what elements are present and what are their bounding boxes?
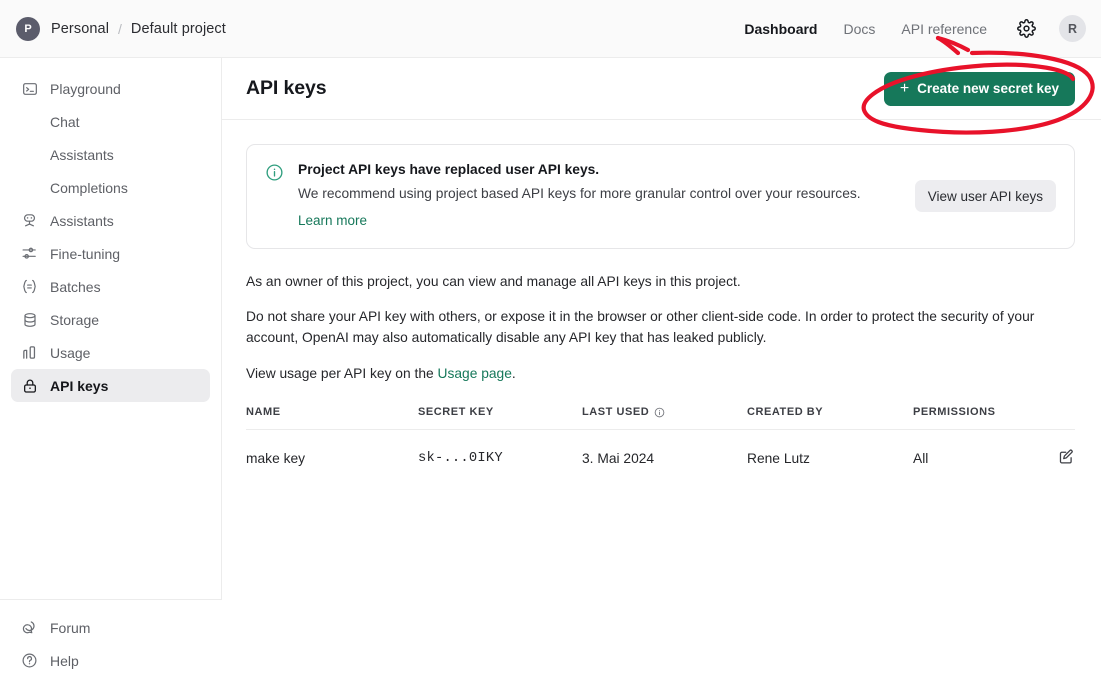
column-name: NAME (246, 406, 418, 430)
breadcrumb-separator: / (118, 21, 122, 37)
usage-note-suffix: . (512, 366, 516, 381)
sidebar-item-storage[interactable]: Storage (11, 303, 210, 336)
user-avatar[interactable]: R (1059, 15, 1086, 42)
sidebar-item-label: Usage (50, 345, 90, 361)
cell-permissions: All (913, 430, 1027, 469)
nav-docs[interactable]: Docs (843, 21, 875, 37)
info-circle-small-icon[interactable] (654, 407, 665, 418)
sidebar-item-help[interactable]: Help (11, 644, 211, 677)
cell-secret-key: sk-...0IKY (418, 430, 582, 469)
cell-actions (1027, 430, 1075, 469)
column-last-used: LAST USED (582, 406, 747, 430)
nav-api-reference[interactable]: API reference (901, 21, 987, 37)
column-actions (1027, 406, 1075, 430)
bar-chart-icon (21, 344, 38, 361)
sidebar: Playground Chat Assistants Completions (0, 58, 222, 689)
sidebar-item-playground[interactable]: Playground (11, 72, 210, 105)
chat-bubbles-icon (21, 619, 38, 636)
column-permissions: PERMISSIONS (913, 406, 1027, 430)
sidebar-item-label: Storage (50, 312, 99, 328)
page-title: API keys (246, 77, 327, 100)
cell-created-by: Rene Lutz (747, 430, 913, 469)
sidebar-item-chat[interactable]: Chat (11, 105, 210, 138)
sidebar-item-batches[interactable]: Batches (11, 270, 210, 303)
top-bar: P Personal / Default project Dashboard D… (0, 0, 1101, 58)
sidebar-item-forum[interactable]: Forum (11, 611, 211, 644)
banner-title: Project API keys have replaced user API … (298, 162, 897, 177)
sidebar-item-label: Completions (50, 180, 128, 196)
banner-body: Project API keys have replaced user API … (298, 162, 897, 230)
sidebar-item-assistants[interactable]: Assistants (11, 204, 210, 237)
sidebar-item-completions[interactable]: Completions (11, 171, 210, 204)
lock-icon (21, 377, 38, 394)
cell-last-used: 3. Mai 2024 (582, 430, 747, 469)
create-new-secret-key-label: Create new secret key (917, 81, 1059, 96)
usage-page-link[interactable]: Usage page (438, 366, 512, 381)
table-body: make key sk-...0IKY 3. Mai 2024 Rene Lut… (246, 430, 1075, 469)
project-keys-banner: Project API keys have replaced user API … (246, 144, 1075, 249)
main-content: API keys + Create new secret key Project… (222, 58, 1101, 689)
sidebar-item-label: Assistants (50, 213, 114, 229)
sidebar-item-label: Playground (50, 81, 121, 97)
sidebar-item-usage[interactable]: Usage (11, 336, 210, 369)
content-area: Project API keys have replaced user API … (222, 120, 1101, 468)
sidebar-item-fine-tuning[interactable]: Fine-tuning (11, 237, 210, 270)
usage-note: View usage per API key on the Usage page… (246, 363, 1075, 384)
learn-more-link[interactable]: Learn more (298, 213, 367, 228)
api-keys-table: NAME SECRET KEY LAST USED CREATED BY PER… (246, 406, 1075, 468)
table-header-row: NAME SECRET KEY LAST USED CREATED BY PER… (246, 406, 1075, 430)
batches-icon (21, 278, 38, 295)
sidebar-item-label: Fine-tuning (50, 246, 120, 262)
owner-description: As an owner of this project, you can vie… (246, 271, 1075, 292)
org-avatar: P (16, 17, 40, 41)
api-keys-page: P Personal / Default project Dashboard D… (0, 0, 1101, 689)
top-nav: Dashboard Docs API reference R (744, 15, 1086, 42)
plus-icon: + (900, 81, 909, 97)
sidebar-item-label: Forum (50, 620, 90, 636)
sidebar-item-api-keys[interactable]: API keys (11, 369, 210, 402)
column-last-used-label: LAST USED (582, 406, 649, 418)
sidebar-item-label: Batches (50, 279, 101, 295)
robot-icon (21, 212, 38, 229)
column-secret-key: SECRET KEY (418, 406, 582, 430)
question-circle-icon (21, 652, 38, 669)
sidebar-item-assistants-sub[interactable]: Assistants (11, 138, 210, 171)
table-header: NAME SECRET KEY LAST USED CREATED BY PER… (246, 406, 1075, 430)
breadcrumb: P Personal / Default project (16, 17, 226, 41)
playground-icon (21, 80, 38, 97)
create-new-secret-key-button[interactable]: + Create new secret key (884, 72, 1075, 106)
sidebar-item-label: Chat (50, 114, 80, 130)
breadcrumb-org[interactable]: Personal (51, 21, 109, 37)
nav-dashboard[interactable]: Dashboard (744, 21, 817, 37)
cell-name: make key (246, 430, 418, 469)
page-header: API keys + Create new secret key (222, 58, 1101, 120)
sidebar-item-label: Help (50, 653, 79, 669)
database-icon (21, 311, 38, 328)
table-row: make key sk-...0IKY 3. Mai 2024 Rene Lut… (246, 430, 1075, 469)
view-user-api-keys-button[interactable]: View user API keys (915, 180, 1056, 212)
usage-note-prefix: View usage per API key on the (246, 366, 438, 381)
sidebar-item-label: Assistants (50, 147, 114, 163)
info-circle-icon (265, 163, 284, 187)
gear-icon[interactable] (1013, 16, 1039, 42)
sliders-icon (21, 245, 38, 262)
breadcrumb-project[interactable]: Default project (131, 21, 226, 37)
column-created-by: CREATED BY (747, 406, 913, 430)
banner-text: We recommend using project based API key… (298, 185, 897, 204)
sidebar-footer: Forum Help (0, 599, 222, 689)
security-warning: Do not share your API key with others, o… (246, 306, 1075, 349)
sidebar-items: Playground Chat Assistants Completions (0, 58, 221, 402)
sidebar-item-label: API keys (50, 378, 108, 394)
edit-icon[interactable] (1058, 448, 1075, 465)
